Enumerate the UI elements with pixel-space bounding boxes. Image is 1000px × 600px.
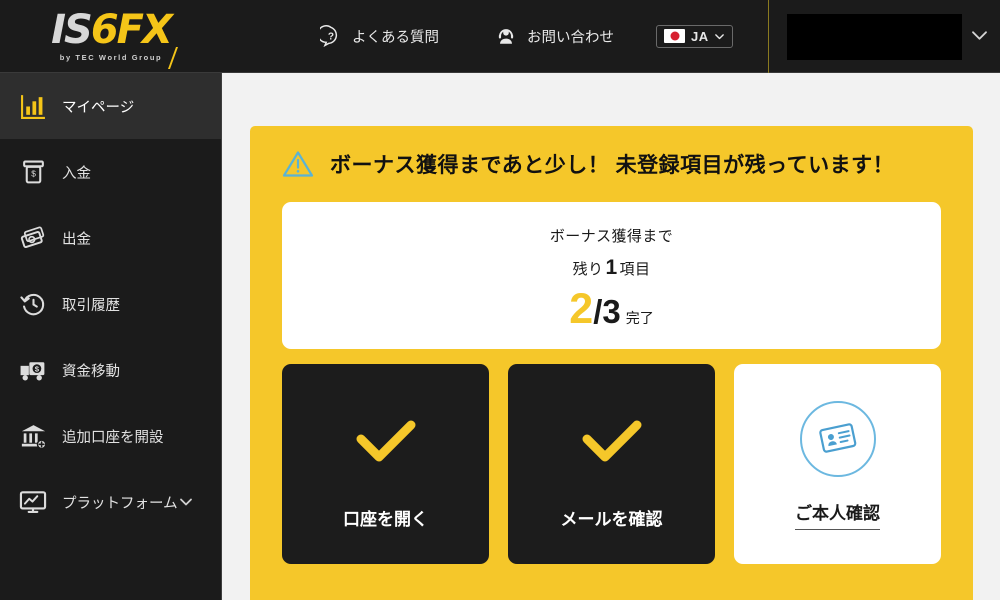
- sidebar-item-fund-transfer-label: 資金移動: [62, 363, 120, 380]
- language-code: JA: [691, 28, 709, 44]
- account-menu-chevron-down-icon[interactable]: [970, 29, 989, 42]
- account-name-redacted[interactable]: [787, 14, 962, 60]
- svg-text:$: $: [31, 168, 36, 178]
- progress-total-count: /3: [593, 292, 621, 330]
- sidebar-item-withdrawal-label: 出金: [62, 231, 91, 248]
- banknotes-icon: [12, 224, 54, 252]
- header-divider: [768, 0, 769, 73]
- money-truck-icon: $: [12, 356, 54, 385]
- nav-item-faq-label: よくある質問: [352, 29, 439, 46]
- bar-chart-icon: [12, 93, 54, 120]
- sidebar-item-trade-history[interactable]: 取引履歴: [0, 271, 221, 337]
- logo-text-6fx: 6FX: [90, 7, 173, 53]
- platform-chevron-down-icon[interactable]: [179, 497, 193, 507]
- task-card-open-account-label: 口座を開く: [343, 510, 428, 529]
- brand-logo[interactable]: IS6FX by TEC World Group: [0, 0, 222, 73]
- sidebar-item-mypage[interactable]: マイページ: [0, 73, 221, 139]
- progress-heading: ボーナス獲得まで: [549, 227, 674, 245]
- progress-remaining-count: 1: [605, 255, 618, 279]
- progress-done-label: 完了: [625, 309, 654, 326]
- main-content: ボーナス獲得まであと少し！ 未登録項目が残っています！ ボーナス獲得まで 残り …: [223, 73, 1000, 600]
- sidebar-item-open-additional-account-label: 追加口座を開設: [62, 429, 164, 446]
- sidebar-item-mypage-label: マイページ: [62, 99, 135, 116]
- banner-header: ボーナス獲得まであと少し！ 未登録項目が残っています！: [282, 126, 941, 202]
- check-icon: [282, 364, 489, 505]
- nav-item-faq[interactable]: ? よくある質問: [320, 25, 439, 47]
- sidebar-item-trade-history-label: 取引履歴: [62, 297, 120, 314]
- task-card-identity-verification[interactable]: ご本人確認: [734, 364, 941, 564]
- sidebar-item-platform-label: プラットフォーム: [62, 495, 178, 512]
- progress-remaining-suffix: 項目: [619, 260, 651, 278]
- task-card-open-account[interactable]: 口座を開く: [282, 364, 489, 564]
- id-card-icon: [799, 400, 876, 477]
- sidebar-nav: マイページ $ 入金 出金 取引履歴 $ 資金移動 追加口座を開設 プラットフォ…: [0, 73, 222, 600]
- sidebar-item-open-additional-account[interactable]: 追加口座を開設: [0, 403, 221, 469]
- svg-text:$: $: [34, 364, 39, 373]
- app-root: IS6FX by TEC World Group ? よくある質問 お問い合わせ…: [0, 0, 1000, 600]
- language-selector[interactable]: JA: [656, 24, 733, 48]
- svg-text:?: ?: [328, 32, 334, 43]
- history-clock-icon: [12, 291, 54, 318]
- support-agent-icon: [495, 25, 517, 47]
- progress-remaining-prefix: 残り: [572, 260, 604, 278]
- logo-tagline: by TEC World Group: [59, 53, 163, 62]
- atm-deposit-icon: $: [12, 159, 54, 186]
- sidebar-item-platform[interactable]: プラットフォーム: [0, 469, 221, 535]
- nav-item-contact-label: お問い合わせ: [527, 29, 614, 46]
- task-card-confirm-email-label: メールを確認: [560, 510, 663, 529]
- header-nav: ? よくある質問 お問い合わせ JA: [320, 0, 733, 73]
- identity-icon-wrap: [734, 364, 941, 499]
- warning-triangle-icon: [282, 149, 314, 179]
- chevron-down-icon: [714, 31, 725, 42]
- task-card-confirm-email[interactable]: メールを確認: [508, 364, 715, 564]
- banner-title: ボーナス獲得まであと少し！ 未登録項目が残っています！: [330, 154, 895, 177]
- progress-remaining: 残り 1 項目: [573, 256, 651, 280]
- bank-add-icon: [12, 423, 54, 450]
- question-bubble-icon: ?: [320, 25, 342, 47]
- logo-text-is: IS: [51, 7, 93, 53]
- top-header: IS6FX by TEC World Group ? よくある質問 お問い合わせ…: [0, 0, 1000, 73]
- japan-flag-icon: [664, 29, 685, 43]
- task-card-identity-verification-label: ご本人確認: [795, 499, 880, 530]
- sidebar-item-deposit-label: 入金: [62, 165, 91, 182]
- sidebar-item-deposit[interactable]: $ 入金: [0, 139, 221, 205]
- task-card-list: 口座を開く メールを確認 ご本人確認: [282, 364, 941, 564]
- nav-item-contact[interactable]: お問い合わせ: [495, 25, 614, 47]
- progress-completed-count: 2: [569, 284, 594, 333]
- sidebar-item-withdrawal[interactable]: 出金: [0, 205, 221, 271]
- sidebar-item-fund-transfer[interactable]: $ 資金移動: [0, 337, 221, 403]
- bonus-progress-banner: ボーナス獲得まであと少し！ 未登録項目が残っています！ ボーナス獲得まで 残り …: [250, 126, 973, 600]
- progress-card: ボーナス獲得まで 残り 1 項目 2 /3 完了: [282, 202, 941, 349]
- progress-fraction: 2 /3 完了: [569, 284, 654, 333]
- logo-wordmark: IS6FX: [51, 7, 173, 53]
- check-icon: [508, 364, 715, 505]
- monitor-chart-icon: [12, 488, 54, 516]
